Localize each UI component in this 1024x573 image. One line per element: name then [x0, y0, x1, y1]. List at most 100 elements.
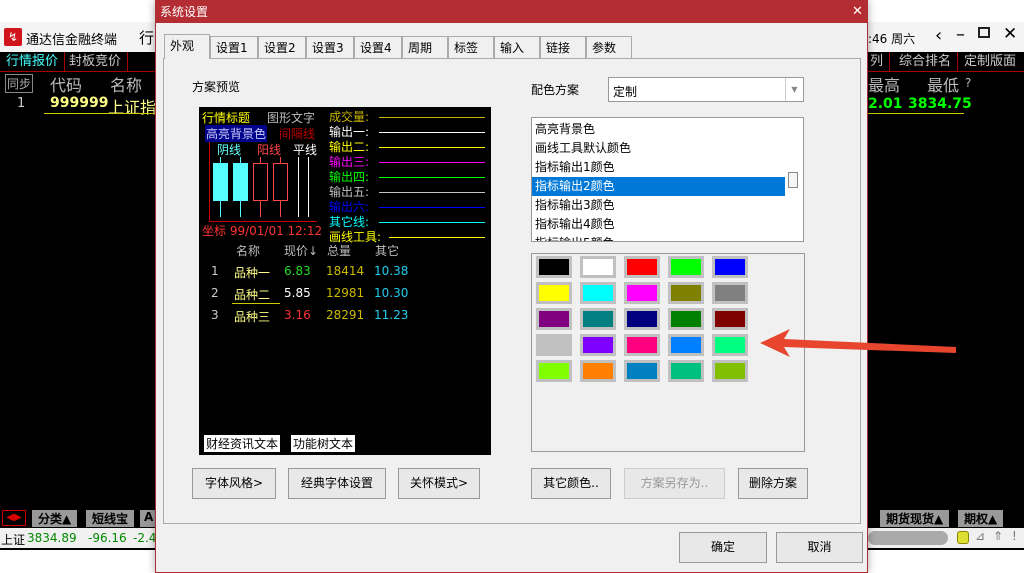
- preview-output-label: 输出二:: [329, 140, 370, 154]
- color-swatch[interactable]: [580, 308, 616, 330]
- preview-table-cell: 5.85: [284, 286, 311, 300]
- color-swatch[interactable]: [580, 334, 616, 356]
- satellite-icon[interactable]: ⊿: [975, 529, 985, 543]
- dialog-close-icon[interactable]: ✕: [852, 4, 863, 19]
- close-icon[interactable]: ✕: [1003, 24, 1017, 44]
- tab-4[interactable]: 设置4: [354, 36, 402, 59]
- tab-quotes[interactable]: 行情报价: [0, 52, 66, 72]
- row-code[interactable]: 999999: [50, 95, 108, 111]
- connection-icon[interactable]: ⇑: [993, 529, 1003, 543]
- color-swatch[interactable]: [624, 360, 660, 382]
- list-scrollbar-thumb[interactable]: [788, 172, 798, 188]
- color-list-item[interactable]: 指标输出1颜色: [532, 158, 785, 177]
- appearance-panel: 方案预览 行情标题 图形文字 高亮背景色 间隔线 阴线 阳线 平线 坐标 99/…: [163, 58, 861, 524]
- color-swatch[interactable]: [580, 360, 616, 382]
- cancel-button[interactable]: 取消: [776, 532, 863, 563]
- color-swatch[interactable]: [536, 282, 572, 304]
- color-swatch[interactable]: [668, 282, 704, 304]
- color-swatch[interactable]: [712, 360, 748, 382]
- minimize-icon[interactable]: –: [956, 24, 965, 45]
- preview-output-line: [379, 117, 485, 118]
- color-swatch[interactable]: [624, 308, 660, 330]
- tab-2[interactable]: 设置2: [258, 36, 306, 59]
- ok-button[interactable]: 确定: [679, 532, 767, 563]
- color-swatch[interactable]: [580, 256, 616, 278]
- tab-board[interactable]: 封板竞价: [63, 52, 129, 72]
- color-swatch[interactable]: [712, 282, 748, 304]
- scroll-arrows-button[interactable]: ◀▶: [2, 510, 26, 526]
- dialog-title: 系统设置: [156, 1, 867, 23]
- color-swatch[interactable]: [536, 360, 572, 382]
- save-as-button[interactable]: 方案另存为..: [624, 468, 725, 499]
- chevron-down-icon[interactable]: ▼: [785, 78, 803, 101]
- signal-icon[interactable]: !: [1012, 529, 1017, 543]
- color-swatch[interactable]: [668, 334, 704, 356]
- tab-7[interactable]: 输入: [494, 36, 540, 59]
- preview-output-label: 输出六:: [329, 200, 370, 214]
- color-swatch[interactable]: [668, 256, 704, 278]
- row-name[interactable]: 上证指: [108, 94, 156, 118]
- color-list-item[interactable]: 指标输出3颜色: [532, 196, 785, 215]
- color-list-item[interactable]: 高亮背景色: [532, 120, 785, 139]
- tab-0[interactable]: 外观: [164, 34, 210, 59]
- preview-separator: 间隔线: [279, 127, 316, 141]
- color-list-item[interactable]: 指标输出5颜色: [532, 234, 785, 241]
- back-icon[interactable]: ‹: [935, 25, 942, 46]
- color-swatch[interactable]: [536, 308, 572, 330]
- color-swatch[interactable]: [712, 308, 748, 330]
- bottom-tab-shortline[interactable]: 短线宝: [86, 510, 135, 527]
- tab-9[interactable]: 参数: [586, 36, 632, 59]
- header-high[interactable]: 最高: [868, 72, 900, 96]
- tab-6[interactable]: 标签: [448, 36, 494, 59]
- maximize-icon[interactable]: [978, 27, 990, 38]
- sync-button[interactable]: 同步: [5, 74, 34, 93]
- color-swatch[interactable]: [668, 360, 704, 382]
- header-name[interactable]: 名称: [110, 72, 142, 96]
- help-icon[interactable]: ?: [965, 76, 971, 90]
- preview-graph-text: 图形文字: [267, 111, 316, 125]
- color-swatch[interactable]: [624, 282, 660, 304]
- header-low[interactable]: 最低: [927, 72, 959, 96]
- bottom-tab-options[interactable]: 期权▲: [958, 510, 1004, 527]
- status-index-value: 3834.89: [27, 531, 77, 545]
- color-list-item[interactable]: 指标输出2颜色: [532, 177, 785, 196]
- preview-table-cell: 28291: [326, 308, 365, 322]
- other-color-button[interactable]: 其它颜色..: [531, 468, 611, 499]
- header-code[interactable]: 代码: [50, 72, 82, 96]
- color-swatch[interactable]: [536, 256, 572, 278]
- bottom-tab-category[interactable]: 分类▲: [32, 510, 78, 527]
- tab-8[interactable]: 链接: [540, 36, 586, 59]
- tab-5[interactable]: 周期: [402, 36, 448, 59]
- tab-1[interactable]: 设置1: [210, 36, 258, 59]
- color-swatch[interactable]: [712, 256, 748, 278]
- tab-ranking[interactable]: 综合排名: [893, 52, 959, 72]
- color-swatch[interactable]: [712, 334, 748, 356]
- care-mode-button[interactable]: 关怀模式>: [398, 468, 480, 499]
- status-scroll[interactable]: [868, 531, 948, 545]
- delete-scheme-button[interactable]: 删除方案: [738, 468, 808, 499]
- preview-table-header: 总量: [327, 244, 352, 258]
- preview-table-cell: 3: [211, 308, 219, 322]
- color-swatch[interactable]: [624, 256, 660, 278]
- preview-output-line: [379, 162, 485, 163]
- color-list-item[interactable]: 画线工具默认颜色: [532, 139, 785, 158]
- color-swatch[interactable]: [624, 334, 660, 356]
- color-swatch[interactable]: [580, 282, 616, 304]
- preview-table-cell: 12981: [326, 286, 365, 300]
- tab-column[interactable]: 列: [868, 52, 891, 72]
- tab-3[interactable]: 设置3: [306, 36, 354, 59]
- tab-custom[interactable]: 定制版面: [958, 52, 1022, 72]
- color-swatch[interactable]: [668, 308, 704, 330]
- preview-down-line: 阴线: [217, 143, 242, 157]
- font-style-button[interactable]: 字体风格>: [192, 468, 276, 499]
- classic-font-button[interactable]: 经典字体设置: [288, 468, 386, 499]
- color-swatch[interactable]: [536, 334, 572, 356]
- color-list-item[interactable]: 指标输出4颜色: [532, 215, 785, 234]
- menu-fragment[interactable]: 行: [139, 27, 154, 48]
- scheme-select[interactable]: 定制 ▼: [608, 77, 804, 102]
- color-item-list[interactable]: 高亮背景色 画线工具默认颜色 指标输出1颜色 指标输出2颜色 指标输出3颜色 指标输出4颜…: [531, 117, 804, 242]
- preview-table-cell: 1: [211, 264, 219, 278]
- bottom-tab-futures[interactable]: 期货现货▲: [880, 510, 950, 527]
- alert-icon[interactable]: [957, 531, 969, 544]
- preview-table-cell: 品种三: [234, 310, 271, 324]
